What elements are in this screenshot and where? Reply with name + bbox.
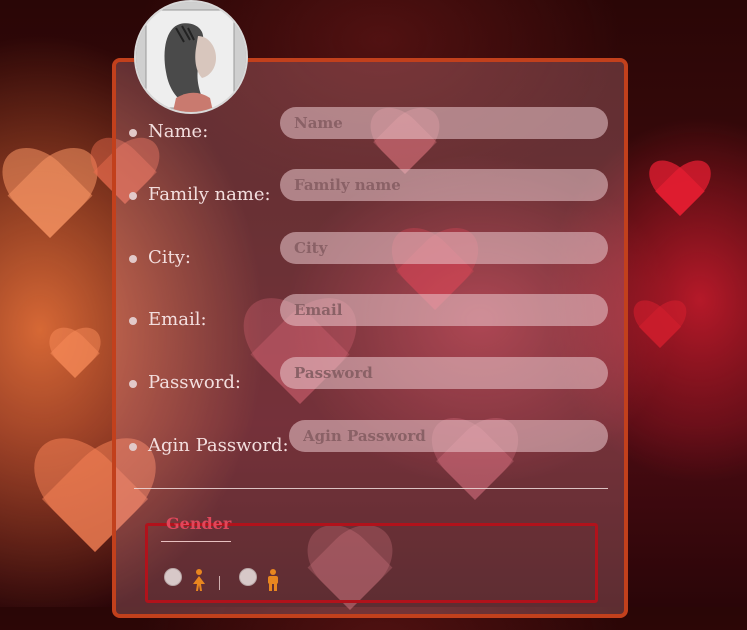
bullet xyxy=(129,443,137,451)
bullet xyxy=(129,380,137,388)
family-name-input[interactable] xyxy=(280,169,608,201)
bullet xyxy=(129,129,137,137)
form-row-password: Password: xyxy=(0,357,747,399)
name-input[interactable] xyxy=(280,107,608,139)
male-icon xyxy=(265,569,281,596)
avatar xyxy=(134,0,248,114)
gender-fieldset xyxy=(145,523,598,603)
bullet xyxy=(129,317,137,325)
name-label: Name: xyxy=(148,121,209,142)
city-input[interactable] xyxy=(280,232,608,264)
divider xyxy=(134,488,608,489)
bullet xyxy=(129,192,137,200)
bullet xyxy=(129,255,137,263)
email-label: Email: xyxy=(148,309,207,330)
avatar-portrait-image xyxy=(136,2,246,112)
gender-legend: Gender xyxy=(166,514,232,533)
password-label: Password: xyxy=(148,372,241,393)
form-row-email: Email: xyxy=(0,294,747,336)
again-password-input[interactable] xyxy=(289,420,608,452)
form-row-family-name: Family name: xyxy=(0,169,747,211)
email-input[interactable] xyxy=(280,294,608,326)
family-name-label: Family name: xyxy=(148,184,271,205)
again-password-label: Agin Password: xyxy=(148,435,289,456)
password-input[interactable] xyxy=(280,357,608,389)
gender-male-radio[interactable] xyxy=(239,568,257,586)
legend-underline xyxy=(161,541,231,542)
gender-separator xyxy=(219,576,220,590)
female-icon xyxy=(190,569,208,596)
form-row-name: Name: xyxy=(0,107,747,148)
form-row-city: City: xyxy=(0,232,747,274)
gender-female-radio[interactable] xyxy=(164,568,182,586)
city-label: City: xyxy=(148,247,191,268)
form-row-again-password: Agin Password: xyxy=(0,420,747,462)
